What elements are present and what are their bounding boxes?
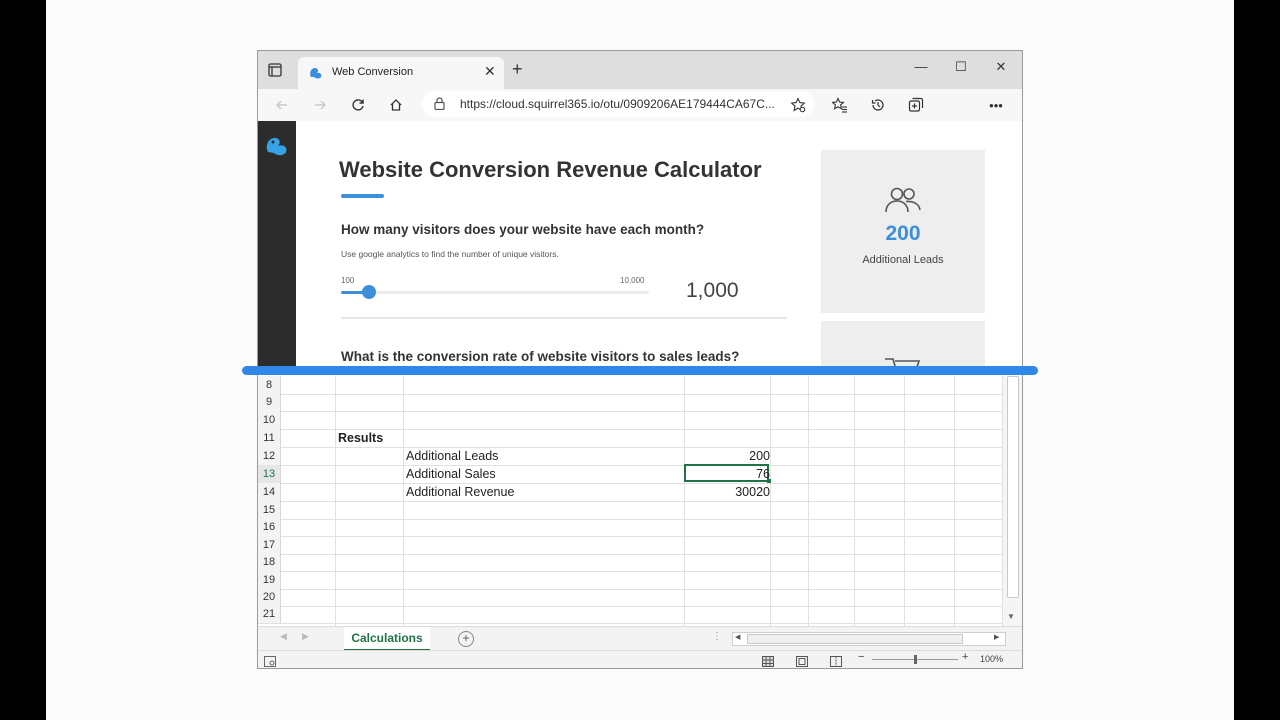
prev-sheet-arrow-icon[interactable]: ◀ — [280, 631, 287, 642]
url-text: https://cloud.squirrel365.io/otu/0909206… — [460, 97, 775, 111]
sheet-row[interactable]: 9 — [258, 393, 1002, 412]
row-number[interactable]: 13 — [258, 465, 281, 483]
result-value-cell[interactable]: 200 — [686, 447, 770, 465]
result-value-cell[interactable]: 76 — [686, 465, 770, 483]
section-divider — [341, 317, 787, 319]
conversion-question: What is the conversion rate of website v… — [341, 349, 740, 364]
leads-label: Additional Leads — [862, 254, 944, 266]
row-number[interactable]: 10 — [258, 411, 281, 429]
sheet-row[interactable]: 14 Additional Revenue 30020 — [258, 483, 1002, 502]
favorite-add-icon[interactable] — [788, 95, 808, 115]
sheet-row[interactable]: 18 — [258, 553, 1002, 572]
home-icon[interactable] — [386, 95, 406, 115]
visitors-value: 1,000 — [686, 279, 739, 302]
minimize-icon[interactable]: — — [904, 56, 938, 78]
tab-strip: Web Conversion ✕ + — ☐ ✕ — [258, 51, 1022, 89]
scroll-right-arrow-icon[interactable]: ▶ — [994, 633, 999, 641]
sheet-row[interactable]: 16 — [258, 518, 1002, 537]
leads-value: 200 — [885, 222, 921, 245]
maximize-icon[interactable]: ☐ — [944, 56, 978, 78]
result-label-cell[interactable]: Additional Leads — [406, 447, 498, 465]
row-number[interactable]: 12 — [258, 447, 281, 465]
row-number[interactable]: 15 — [258, 501, 281, 519]
browser-window: Web Conversion ✕ + — ☐ ✕ https://cloud.s… — [257, 50, 1023, 669]
page-content: Website Conversion Revenue Calculator Ho… — [258, 121, 1022, 371]
leads-card: 200 Additional Leads — [821, 150, 985, 313]
vertical-scrollbar[interactable]: ▼ — [1002, 376, 1022, 626]
page-layout-view-icon[interactable] — [796, 654, 808, 668]
page-title: Website Conversion Revenue Calculator — [339, 157, 762, 182]
sheet-row[interactable]: 10 — [258, 411, 1002, 430]
cell-mode-icon[interactable] — [264, 654, 276, 668]
visitors-slider[interactable] — [341, 285, 649, 299]
scroll-left-arrow-icon[interactable]: ◀ — [735, 633, 740, 641]
browser-tab[interactable]: Web Conversion ✕ — [298, 57, 504, 89]
sales-card — [821, 321, 985, 371]
sheet-row[interactable]: 21 — [258, 605, 1002, 624]
row-number[interactable]: 21 — [258, 605, 281, 623]
normal-view-icon[interactable] — [762, 654, 774, 668]
favorites-icon[interactable] — [830, 95, 850, 115]
tab-splitter-icon[interactable]: ⋮ — [712, 631, 722, 642]
squirrel-favicon-icon — [308, 65, 324, 81]
browser-toolbar: https://cloud.squirrel365.io/otu/0909206… — [258, 89, 1022, 122]
app-sidebar — [258, 121, 296, 371]
slider-max-label: 10,000 — [620, 276, 645, 285]
video-frame: Web Conversion ✕ + — ☐ ✕ https://cloud.s… — [46, 0, 1234, 720]
vertical-scroll-thumb[interactable] — [1007, 376, 1019, 598]
close-tab-icon[interactable]: ✕ — [484, 63, 496, 80]
zoom-in-icon[interactable]: + — [962, 651, 968, 663]
history-icon[interactable] — [868, 95, 888, 115]
title-accent-bar — [341, 194, 384, 198]
zoom-slider[interactable] — [872, 655, 958, 664]
sheet-row[interactable]: 12 Additional Leads 200 — [258, 447, 1002, 466]
refresh-icon[interactable] — [348, 95, 368, 115]
more-options-icon[interactable]: ••• — [986, 95, 1006, 115]
row-number[interactable]: 18 — [258, 553, 281, 571]
slider-thumb[interactable] — [361, 285, 376, 299]
address-bar[interactable]: https://cloud.squirrel365.io/otu/0909206… — [422, 91, 814, 117]
split-divider — [242, 366, 1038, 375]
next-sheet-arrow-icon[interactable]: ▶ — [302, 631, 309, 642]
horizontal-scroll-thumb[interactable] — [747, 634, 963, 644]
add-sheet-icon[interactable]: + — [458, 631, 474, 647]
result-value-cell[interactable]: 30020 — [686, 483, 770, 501]
results-header-cell[interactable]: Results — [338, 429, 383, 447]
zoom-level[interactable]: 100% — [980, 654, 1003, 664]
new-tab-icon[interactable]: + — [512, 59, 523, 80]
back-icon[interactable] — [272, 95, 292, 115]
row-number[interactable]: 8 — [258, 376, 281, 394]
row-number[interactable]: 20 — [258, 588, 281, 606]
result-label-cell[interactable]: Additional Revenue — [406, 483, 514, 501]
status-bar: − + 100% — [258, 650, 1022, 668]
lock-icon[interactable] — [434, 97, 445, 115]
spreadsheet: 8 9 10 11 Results 12 Additional Leads 20… — [258, 376, 1022, 668]
row-number[interactable]: 17 — [258, 536, 281, 554]
collections-icon[interactable] — [906, 95, 926, 115]
zoom-slider-thumb[interactable] — [914, 655, 917, 664]
tab-title: Web Conversion — [332, 66, 414, 78]
sheet-tab-bar: ◀ ▶ Calculations + ⋮ ◀ ▶ — [258, 626, 1022, 651]
row-number[interactable]: 16 — [258, 518, 281, 536]
scroll-down-arrow-icon[interactable]: ▼ — [1007, 612, 1015, 621]
visitors-question: How many visitors does your website have… — [341, 222, 705, 237]
page-break-view-icon[interactable] — [830, 654, 842, 668]
row-number[interactable]: 9 — [258, 393, 281, 411]
sheet-row[interactable]: 13 Additional Sales 76 — [258, 464, 1002, 484]
sheet-row[interactable]: 11 Results — [258, 429, 1002, 448]
zoom-out-icon[interactable]: − — [858, 651, 864, 663]
forward-icon[interactable] — [310, 95, 330, 115]
sheet-tab-calculations[interactable]: Calculations — [344, 627, 430, 651]
users-icon — [884, 186, 922, 219]
slider-min-label: 100 — [341, 276, 355, 285]
row-number[interactable]: 14 — [258, 483, 281, 501]
horizontal-scrollbar[interactable]: ◀ ▶ — [732, 632, 1006, 646]
close-window-icon[interactable]: ✕ — [984, 56, 1018, 78]
row-number[interactable]: 11 — [258, 429, 281, 447]
tab-actions-icon[interactable] — [268, 63, 282, 77]
result-label-cell[interactable]: Additional Sales — [406, 465, 496, 483]
visitors-hint: Use google analytics to find the number … — [341, 249, 559, 259]
squirrel-logo-icon — [264, 133, 290, 162]
row-number[interactable]: 19 — [258, 571, 281, 589]
